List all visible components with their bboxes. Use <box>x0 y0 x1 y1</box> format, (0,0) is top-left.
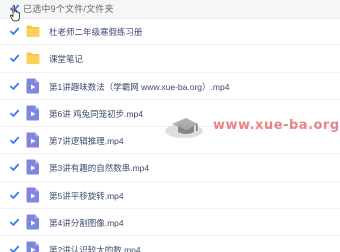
selection-count-text: 已选中9个文件/文件夹 <box>23 4 114 14</box>
watermark-logo <box>164 110 206 140</box>
file-row[interactable]: 第1讲趣味数法（学霸网 www.xue-ba.org）.mp4 <box>0 73 340 100</box>
hand-cursor-icon <box>10 5 22 22</box>
video-file-icon <box>26 241 40 252</box>
file-name-link[interactable]: 第6讲 鸡兔同笼初步.mp4 <box>49 108 143 120</box>
file-name-link[interactable]: 第1讲趣味数法（学霸网 www.xue-ba.org）.mp4 <box>49 81 229 93</box>
file-row[interactable]: 课堂笔记 <box>0 45 340 73</box>
file-name-link[interactable]: 课堂笔记 <box>49 53 83 65</box>
file-row[interactable]: 第5讲平移旋转.mp4 <box>0 182 340 210</box>
row-checkbox-icon[interactable] <box>9 190 20 201</box>
file-name-link[interactable]: 第7讲逻辑推理.mp4 <box>49 135 124 147</box>
video-file-icon <box>26 214 40 230</box>
file-name-link[interactable]: 第4讲分割图像.mp4 <box>49 217 124 229</box>
video-file-icon <box>26 132 40 148</box>
selection-header: 已选中9个文件/文件夹 <box>0 0 340 19</box>
video-file-icon <box>26 187 40 203</box>
row-checkbox-icon[interactable] <box>9 244 20 252</box>
row-checkbox-icon[interactable] <box>9 81 20 92</box>
row-checkbox-icon[interactable] <box>9 162 20 173</box>
row-checkbox-icon[interactable] <box>9 26 20 37</box>
file-row[interactable]: 第3讲有趣的自然数串.mp4 <box>0 154 340 182</box>
file-row[interactable]: 第2讲认识较大的数.mp4 <box>0 236 340 252</box>
file-row[interactable]: 第4讲分割图像.mp4 <box>0 209 340 237</box>
file-name-link[interactable]: 第5讲平移旋转.mp4 <box>49 190 124 202</box>
video-file-icon <box>26 159 40 175</box>
file-list-panel: 已选中9个文件/文件夹 杜老师二年级寒假练习册 课堂笔记第1讲趣味数法（学霸网 w… <box>0 0 340 252</box>
file-name-link[interactable]: 第2讲认识较大的数.mp4 <box>49 244 141 252</box>
video-file-icon <box>26 105 40 121</box>
file-name-link[interactable]: 杜老师二年级寒假练习册 <box>49 26 143 38</box>
watermark-text: www.xue-ba.org <box>213 118 340 133</box>
row-checkbox-icon[interactable] <box>9 217 20 228</box>
row-checkbox-icon[interactable] <box>9 53 20 64</box>
row-checkbox-icon[interactable] <box>9 135 20 146</box>
folder-icon <box>26 23 40 39</box>
file-name-link[interactable]: 第3讲有趣的自然数串.mp4 <box>49 162 149 174</box>
file-row[interactable]: 杜老师二年级寒假练习册 <box>0 18 340 46</box>
row-checkbox-icon[interactable] <box>9 108 20 119</box>
video-file-icon <box>26 78 40 94</box>
folder-icon <box>26 50 40 66</box>
